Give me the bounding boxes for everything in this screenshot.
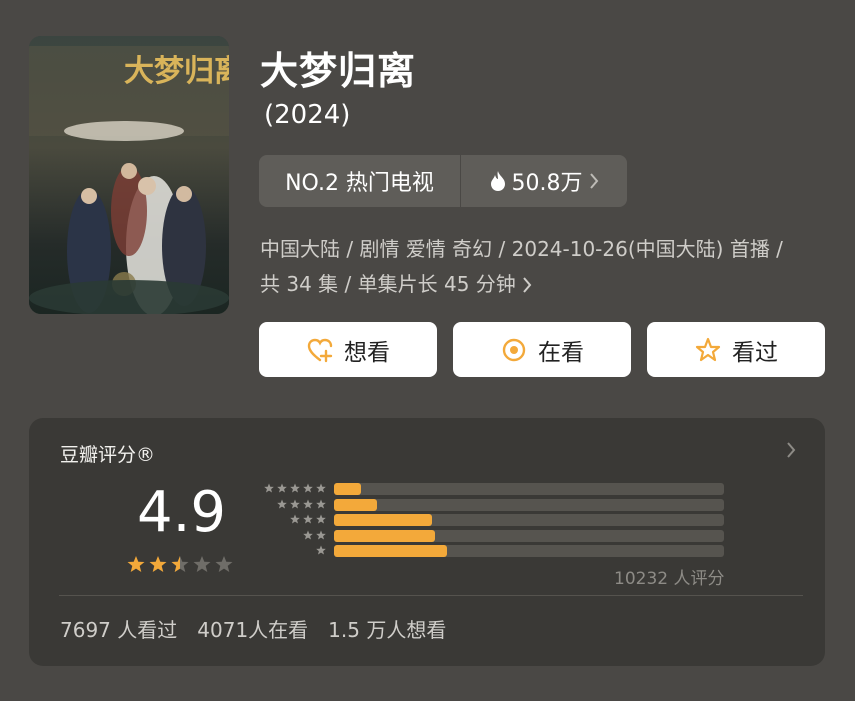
target-circle-icon xyxy=(502,338,526,361)
divider xyxy=(59,595,803,596)
heat-info[interactable]: 50.8万 xyxy=(461,155,627,207)
rating-bar-track xyxy=(334,529,724,542)
rating-card[interactable]: 豆瓣评分® 4.9 10232 人评分 7697 人看过 4071人在看 1.5… xyxy=(29,418,825,666)
rank-badge[interactable]: NO.2 热门电视 50.8万 xyxy=(259,155,627,207)
rating-bar-track xyxy=(334,498,724,511)
row-stars-icon xyxy=(277,499,326,508)
heat-value: 50.8万 xyxy=(511,171,583,196)
watch-stats: 7697 人看过 4071人在看 1.5 万人想看 xyxy=(60,614,446,643)
rating-score: 4.9 xyxy=(137,480,227,545)
rating-bar-fill xyxy=(334,514,432,526)
watched-count: 7697 人看过 xyxy=(60,618,178,642)
watching-label: 在看 xyxy=(538,339,584,366)
flame-icon xyxy=(490,171,505,191)
rating-bar-track xyxy=(334,545,724,557)
rating-bar-fill xyxy=(334,483,361,495)
want-to-watch-button[interactable]: 想看 xyxy=(259,322,437,377)
rating-bar-track xyxy=(334,514,724,526)
row-stars-icon xyxy=(264,483,326,493)
row-stars-icon xyxy=(303,530,326,539)
row-stars-icon xyxy=(290,514,326,524)
watched-label: 看过 xyxy=(732,339,778,366)
rating-bar-fill xyxy=(334,545,447,557)
row-stars-icon xyxy=(316,545,326,555)
star-outline-icon xyxy=(695,337,721,361)
watched-button[interactable]: 看过 xyxy=(647,322,825,377)
want-count: 1.5 万人想看 xyxy=(328,618,447,642)
rating-count: 10232 人评分 xyxy=(614,569,725,589)
rating-bar-fill xyxy=(334,529,435,542)
poster-image[interactable]: 大梦归离 xyxy=(29,36,229,314)
star-rating xyxy=(127,556,233,572)
heart-plus-icon xyxy=(307,338,333,362)
rank-label: NO.2 热门电视 xyxy=(259,155,461,207)
chevron-right-icon xyxy=(523,276,532,293)
poster-title-text: 大梦归离 xyxy=(124,54,229,89)
watching-count: 4071人在看 xyxy=(197,618,309,642)
chevron-right-icon xyxy=(589,173,598,189)
watching-button[interactable]: 在看 xyxy=(453,322,631,377)
meta-info[interactable]: 中国大陆 / 剧情 爱情 奇幻 / 2024-10-26(中国大陆) 首播 / … xyxy=(260,232,840,302)
want-to-watch-label: 想看 xyxy=(344,339,390,366)
meta-line-1: 中国大陆 / 剧情 爱情 奇幻 / 2024-10-26(中国大陆) 首播 / xyxy=(260,237,783,261)
meta-line-2: 共 34 集 / 单集片长 45 分钟 xyxy=(260,272,516,296)
release-year: (2024) xyxy=(264,100,351,130)
rating-title: 豆瓣评分® xyxy=(60,444,156,466)
rating-bar-fill xyxy=(334,498,377,511)
page-title: 大梦归离 xyxy=(260,49,417,93)
rating-bar-track xyxy=(334,483,724,495)
chevron-right-icon[interactable] xyxy=(785,440,797,460)
